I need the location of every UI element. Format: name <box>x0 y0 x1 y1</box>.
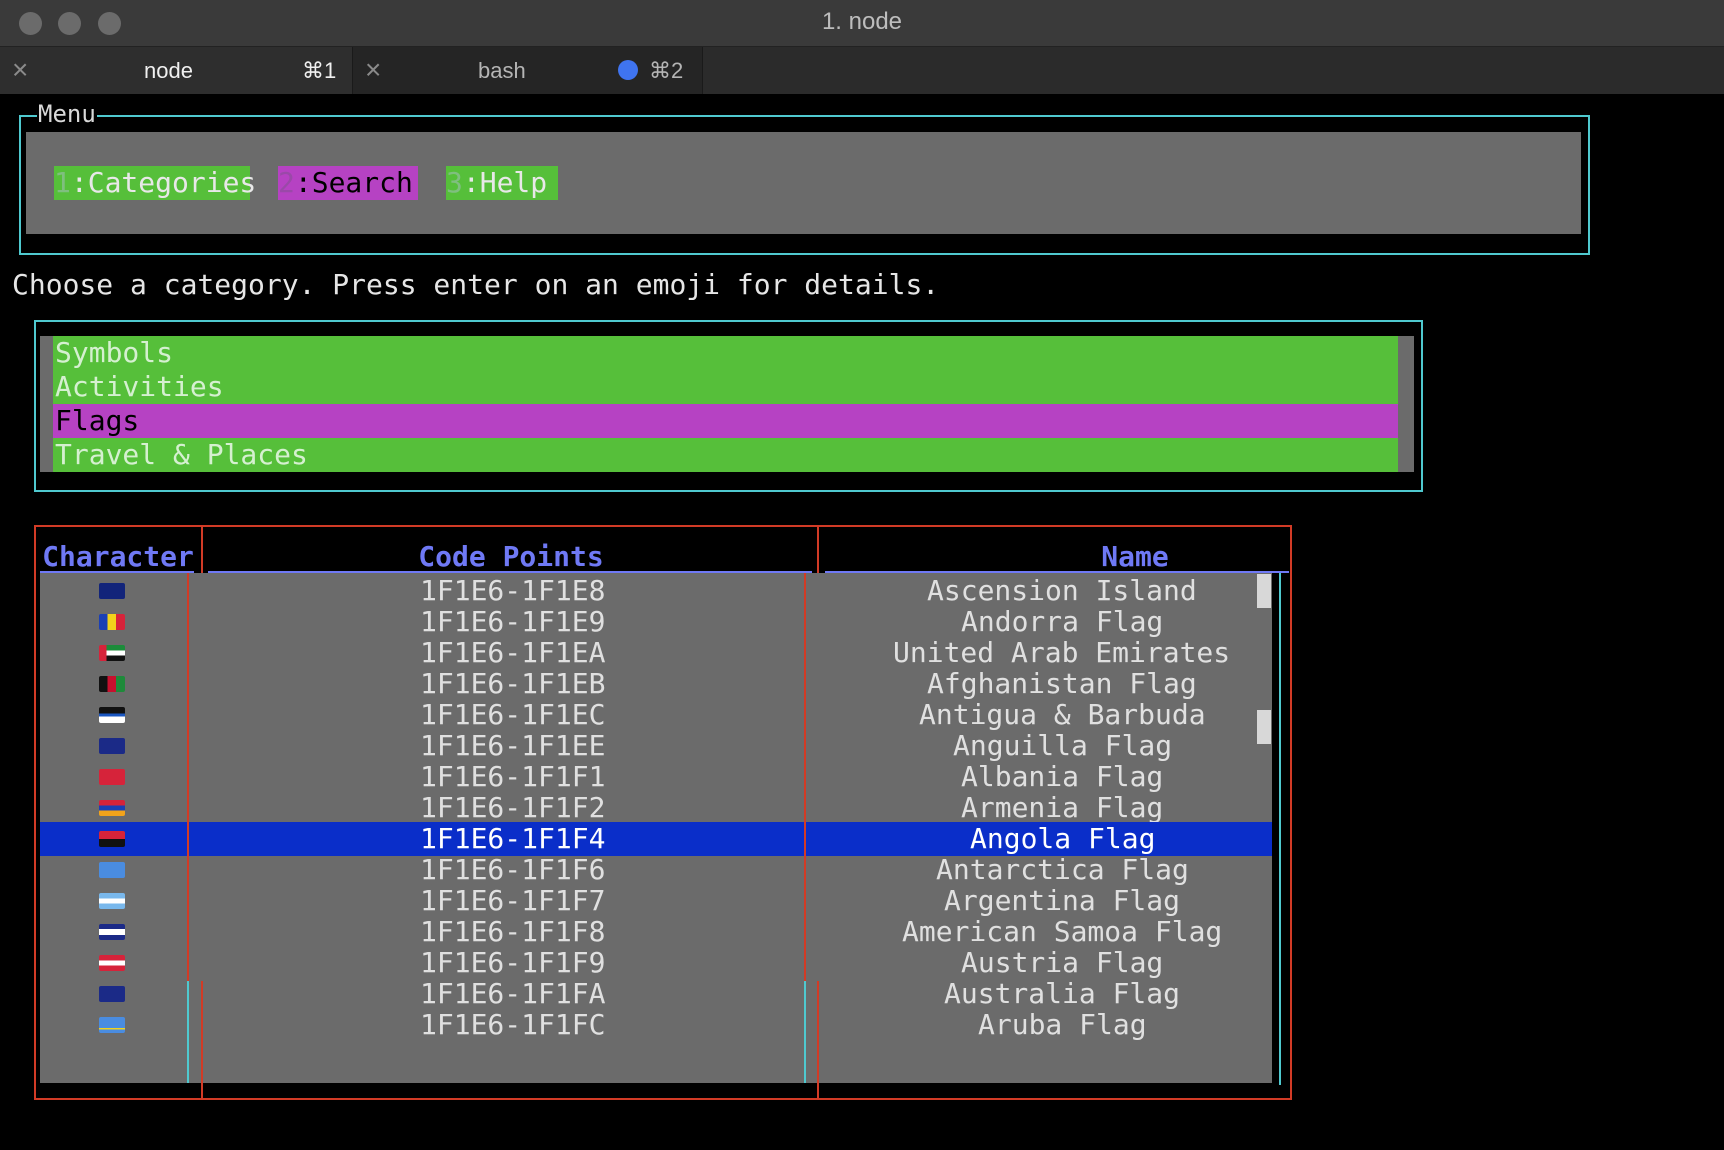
aruba-flag-icon <box>99 1017 125 1033</box>
name-cell: United Arab Emirates <box>893 636 1231 669</box>
code-points-cell: 1F1E6-1F1F2 <box>420 791 606 824</box>
name-cell: American Samoa Flag <box>902 915 1223 948</box>
table-row[interactable]: 1F1E6-1F1EB Afghanistan Flag <box>40 667 1272 701</box>
antarctica-flag-icon <box>99 862 125 878</box>
menu-help-button[interactable]: 3:Help <box>446 166 558 200</box>
code-points-cell: 1F1E6-1F1EA <box>420 636 606 669</box>
category-item-flags[interactable]: Flags <box>53 404 1398 438</box>
table-row[interactable]: 1F1E6-1F1E9 Andorra Flag <box>40 605 1272 639</box>
tab-bash[interactable]: × bash ⌘2 <box>353 47 703 94</box>
column-header-code-points[interactable]: Code Points <box>208 540 814 574</box>
ascension-island-flag-icon <box>99 583 125 599</box>
name-cell: Afghanistan Flag <box>927 667 1197 700</box>
window-title: 1. node <box>821 8 903 35</box>
name-cell: Andorra Flag <box>961 605 1164 638</box>
name-cell: Angola Flag <box>970 822 1156 855</box>
code-points-cell: 1F1E6-1F1FA <box>420 977 606 1010</box>
category-item-symbols[interactable]: Symbols <box>53 336 1398 370</box>
category-item-activities[interactable]: Activities <box>53 370 1398 404</box>
table-row[interactable]: 1F1E6-1F1E8 Ascension Island <box>40 574 1272 608</box>
armenia-flag-icon <box>99 800 125 816</box>
name-cell: Australia Flag <box>944 977 1181 1010</box>
table-row[interactable]: 1F1E6-1F1FC Aruba Flag <box>40 1008 1272 1042</box>
anguilla-flag-icon <box>99 738 125 754</box>
name-cell: Argentina Flag <box>944 884 1181 917</box>
column-header-character[interactable]: Character <box>40 540 196 574</box>
menu-legend: Menu <box>37 100 97 128</box>
tab-bar: × node ⌘1 × bash ⌘2 <box>0 47 1724 94</box>
activity-dot-icon <box>618 60 638 80</box>
table-row[interactable]: 1F1E6-1F1F2 Armenia Flag <box>40 791 1272 825</box>
name-cell: Anguilla Flag <box>953 729 1173 762</box>
instruction-text: Choose a category. Press enter on an emo… <box>12 268 940 301</box>
column-divider <box>201 981 203 1100</box>
code-points-cell: 1F1E6-1F1F6 <box>420 853 606 886</box>
code-points-cell: 1F1E6-1F1FC <box>420 1008 606 1041</box>
table-right-edge <box>1279 573 1281 1085</box>
table-row[interactable]: 1F1E6-1F1EE Anguilla Flag <box>40 729 1272 763</box>
table-row[interactable]: 1F1E6-1F1F7 Argentina Flag <box>40 884 1272 918</box>
column-divider <box>804 981 806 1083</box>
code-points-cell: 1F1E6-1F1F4 <box>420 822 606 855</box>
andorra-flag-icon <box>99 614 125 630</box>
menu-categories-button[interactable]: 1:Categories <box>54 166 256 200</box>
scrollbar-thumb[interactable] <box>1257 574 1271 608</box>
category-item-travel-places[interactable]: Travel & Places <box>53 438 1398 472</box>
angola-flag-icon <box>99 831 125 847</box>
code-points-cell: 1F1E6-1F1E8 <box>420 574 606 607</box>
name-cell: Austria Flag <box>961 946 1164 979</box>
menu-bar <box>26 132 1581 234</box>
american-samoa-flag-icon <box>99 924 125 940</box>
united-arab-emirates-flag-icon <box>99 645 125 661</box>
table-row[interactable]: 1F1E6-1F1F9 Austria Flag <box>40 946 1272 980</box>
column-divider <box>817 981 819 1100</box>
code-points-cell: 1F1E6-1F1F7 <box>420 884 606 917</box>
albania-flag-icon <box>99 769 125 785</box>
table-row[interactable]: 1F1E6-1F1F8 American Samoa Flag <box>40 915 1272 949</box>
tab-shortcut: ⌘2 <box>649 58 684 83</box>
name-cell: Aruba Flag <box>978 1008 1147 1041</box>
table-row[interactable]: 1F1E6-1F1F4 Angola Flag <box>40 822 1272 856</box>
column-header-name[interactable]: Name <box>825 540 1445 574</box>
antigua-barbuda-flag-icon <box>99 707 125 723</box>
close-tab-icon[interactable]: × <box>365 54 381 86</box>
name-cell: Antigua & Barbuda <box>919 698 1206 731</box>
table-row[interactable]: 1F1E6-1F1EA United Arab Emirates <box>40 636 1272 670</box>
code-points-cell: 1F1E6-1F1EB <box>420 667 606 700</box>
table-row[interactable]: 1F1E6-1F1F6 Antarctica Flag <box>40 853 1272 887</box>
name-cell: Armenia Flag <box>961 791 1164 824</box>
title-bar: 1. node <box>0 0 1724 47</box>
column-divider <box>187 573 189 981</box>
code-points-cell: 1F1E6-1F1F1 <box>420 760 606 793</box>
code-points-cell: 1F1E6-1F1EE <box>420 729 606 762</box>
name-cell: Albania Flag <box>961 760 1164 793</box>
austria-flag-icon <box>99 955 125 971</box>
code-points-cell: 1F1E6-1F1EC <box>420 698 606 731</box>
afghanistan-flag-icon <box>99 676 125 692</box>
tab-shortcut: ⌘1 <box>302 58 337 83</box>
close-tab-icon[interactable]: × <box>12 54 28 86</box>
name-cell: Ascension Island <box>927 574 1197 607</box>
column-divider <box>817 527 819 573</box>
scrollbar-thumb[interactable] <box>1257 710 1271 744</box>
column-divider <box>201 527 203 573</box>
tab-label: node <box>144 58 193 83</box>
code-points-cell: 1F1E6-1F1F9 <box>420 946 606 979</box>
table-row[interactable]: 1F1E6-1F1EC Antigua & Barbuda <box>40 698 1272 732</box>
australia-flag-icon <box>99 986 125 1002</box>
name-cell: Antarctica Flag <box>936 853 1189 886</box>
table-row[interactable]: 1F1E6-1F1F1 Albania Flag <box>40 760 1272 794</box>
tab-label: bash <box>478 58 526 83</box>
tab-node[interactable]: × node ⌘1 <box>0 47 353 94</box>
code-points-cell: 1F1E6-1F1E9 <box>420 605 606 638</box>
table-row[interactable]: 1F1E6-1F1FA Australia Flag <box>40 977 1272 1011</box>
column-divider <box>804 573 806 981</box>
argentina-flag-icon <box>99 893 125 909</box>
menu-search-button[interactable]: 2:Search <box>278 166 418 200</box>
code-points-cell: 1F1E6-1F1F8 <box>420 915 606 948</box>
column-divider <box>187 981 189 1083</box>
